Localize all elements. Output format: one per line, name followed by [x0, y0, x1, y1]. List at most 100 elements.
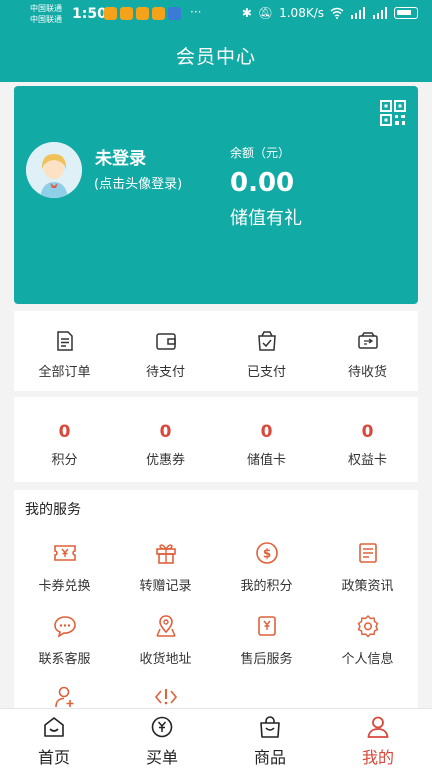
bottom-tab-bar: 首页 买单 商品 我的 — [0, 708, 432, 768]
order-all-button[interactable]: 全部订单 — [14, 311, 115, 391]
login-hint[interactable]: (点击头像登录) — [94, 173, 182, 192]
notification-icons — [104, 7, 181, 20]
weibo-notification-icon — [136, 7, 149, 20]
asset-stored-card[interactable]: 0 储值卡 — [216, 397, 317, 482]
tab-pay-bill[interactable]: 买单 — [108, 709, 216, 768]
add-user-icon — [54, 686, 73, 708]
balance-label: 余额（元） — [230, 146, 291, 160]
qr-code-icon[interactable] — [380, 100, 406, 126]
tab-mine[interactable]: 我的 — [324, 709, 432, 768]
code-alert-icon — [154, 689, 177, 705]
service-label: 转赠记录 — [139, 579, 192, 594]
avatar[interactable] — [26, 142, 82, 198]
service-label: 售后服务 — [240, 652, 293, 667]
asset-coupons-label: 优惠券 — [145, 453, 185, 468]
service-personal-info[interactable]: 个人信息 — [317, 614, 418, 684]
weibo-notification-icon — [120, 7, 133, 20]
default-avatar-icon — [26, 142, 82, 198]
wallet-icon — [155, 333, 176, 350]
tab-products[interactable]: 商品 — [216, 709, 324, 768]
carrier-info: 中国联通 中国联通 — [30, 3, 62, 25]
service-label: 联系客服 — [38, 652, 91, 667]
asset-points-value: 0 — [58, 422, 71, 442]
service-after-sale[interactable]: 售后服务 — [216, 614, 317, 684]
tab-mine-label: 我的 — [361, 748, 394, 767]
after-sale-icon — [257, 616, 276, 636]
carrier-2: 中国联通 — [30, 15, 62, 24]
ticket-yen-icon — [53, 545, 76, 561]
network-speed: 1.08K/s — [279, 6, 324, 20]
my-services: 我的服务 卡券兑换 转赠记录 $ 我的积分 政策资讯 联系客服 收货地址 售后服… — [14, 490, 418, 708]
weibo-notification-icon — [104, 7, 117, 20]
status-time: 1:50 — [72, 6, 107, 22]
bluetooth-icon: ✱ — [241, 6, 252, 20]
user-icon — [367, 716, 389, 738]
paid-check-icon — [257, 331, 276, 351]
order-unpaid-button[interactable]: 待支付 — [115, 311, 216, 391]
wifi-icon — [330, 7, 344, 19]
asset-rights-card-label: 权益卡 — [347, 453, 387, 468]
service-add-user[interactable] — [14, 685, 115, 708]
app-header: 中国联通 中国联通 1:50 ··· ✱ 🔕︎ 1.08K/s 会员中心 — [0, 0, 432, 82]
battery-icon — [394, 7, 418, 19]
service-transfer-records[interactable]: 转赠记录 — [115, 541, 216, 611]
balance-value: 0.00 — [230, 168, 295, 198]
weibo-notification-icon — [152, 7, 165, 20]
service-code-alert[interactable] — [115, 685, 216, 708]
status-indicators: ✱ 🔕︎ 1.08K/s — [242, 6, 418, 20]
home-icon — [44, 717, 64, 737]
order-paid-button[interactable]: 已支付 — [216, 311, 317, 391]
signal-icon — [351, 7, 365, 19]
asset-coupons[interactable]: 0 优惠券 — [115, 397, 216, 482]
asset-rights-card-value: 0 — [361, 422, 374, 442]
order-receive-label: 待收货 — [347, 365, 387, 380]
login-title[interactable]: 未登录 — [95, 144, 146, 169]
page-title: 会员中心 — [175, 46, 256, 68]
asset-summary: 0 积分 0 优惠券 0 储值卡 0 权益卡 — [14, 397, 418, 482]
service-label: 个人信息 — [341, 652, 394, 667]
tab-home[interactable]: 首页 — [0, 709, 108, 768]
asset-points-label: 积分 — [51, 453, 78, 468]
asset-coupons-value: 0 — [159, 422, 172, 442]
pay-bill-icon — [151, 716, 173, 738]
coin-dollar-icon: $ — [255, 542, 278, 564]
asset-points[interactable]: 0 积分 — [14, 397, 115, 482]
service-my-points[interactable]: $ 我的积分 — [216, 541, 317, 611]
svg-text:$: $ — [262, 547, 270, 561]
service-label: 我的积分 — [240, 579, 293, 594]
tab-pay-bill-label: 买单 — [145, 748, 178, 767]
service-label: 收货地址 — [139, 652, 192, 667]
chat-bubble-icon — [53, 616, 76, 638]
order-receive-button[interactable]: 待收货 — [317, 311, 418, 391]
mute-icon: 🔕︎ — [257, 6, 274, 20]
receive-box-icon — [357, 332, 378, 349]
shopping-bag-icon — [260, 716, 280, 738]
order-unpaid-label: 待支付 — [145, 365, 185, 380]
app-notification-icon — [168, 7, 181, 20]
recharge-gift-link[interactable]: 储值有礼 — [230, 204, 302, 230]
service-policy-news[interactable]: 政策资讯 — [317, 541, 418, 611]
tab-home-label: 首页 — [37, 748, 70, 767]
settings-gear-icon — [357, 615, 378, 638]
service-shipping-address[interactable]: 收货地址 — [115, 614, 216, 684]
asset-stored-card-label: 储值卡 — [246, 453, 286, 468]
gift-icon — [155, 544, 176, 564]
map-pin-icon — [155, 615, 176, 637]
asset-stored-card-value: 0 — [260, 422, 273, 442]
tab-products-label: 商品 — [253, 748, 286, 767]
news-icon — [358, 543, 377, 563]
service-coupon-exchange[interactable]: 卡券兑换 — [14, 541, 115, 611]
document-icon — [56, 331, 73, 351]
service-label: 卡券兑换 — [38, 579, 91, 594]
order-shortcuts: 全部订单 待支付 已支付 待收货 — [14, 311, 418, 391]
more-notifications-icon: ··· — [190, 5, 202, 19]
order-all-label: 全部订单 — [38, 365, 91, 380]
carrier-1: 中国联通 — [30, 4, 62, 13]
asset-rights-card[interactable]: 0 权益卡 — [317, 397, 418, 482]
service-label: 政策资讯 — [341, 579, 394, 594]
status-bar: 中国联通 中国联通 1:50 ··· ✱ 🔕︎ 1.08K/s — [0, 0, 432, 30]
services-title: 我的服务 — [25, 502, 81, 518]
signal-icon — [373, 7, 387, 19]
order-paid-label: 已支付 — [246, 365, 286, 380]
service-customer-support[interactable]: 联系客服 — [14, 614, 115, 684]
